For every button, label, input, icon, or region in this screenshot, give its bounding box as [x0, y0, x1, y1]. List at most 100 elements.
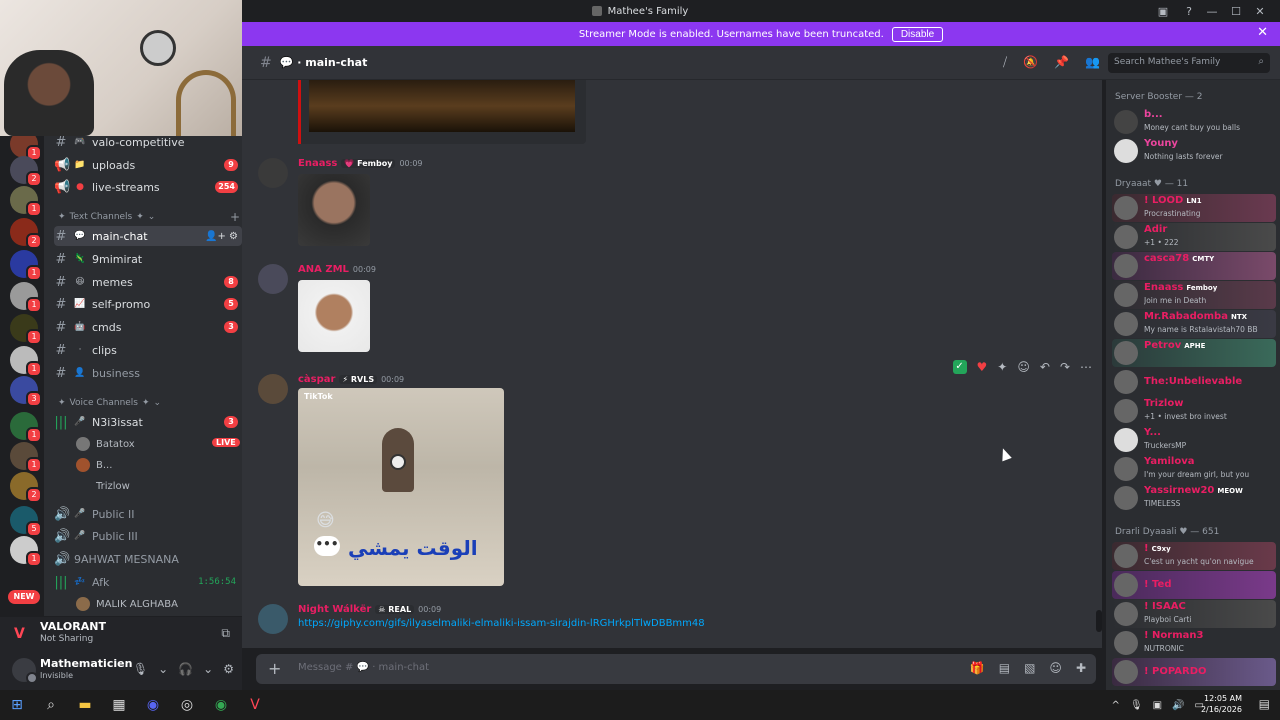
avatar[interactable]: [258, 158, 288, 188]
notification-icon[interactable]: ▤: [1259, 697, 1270, 711]
heart-reaction-icon[interactable]: ♥: [977, 360, 988, 374]
user-avatar[interactable]: [12, 658, 38, 684]
apps-icon[interactable]: ✚: [1076, 661, 1086, 675]
member-item[interactable]: ! POPARDO: [1112, 658, 1276, 686]
search-icon[interactable]: ⌕: [34, 690, 68, 720]
voice-channel-9ahwat[interactable]: 🔊 9AHWAT MESNANA: [54, 549, 242, 569]
image-embed[interactable]: [298, 80, 586, 144]
minimize-button[interactable]: —: [1200, 5, 1224, 18]
server-icon-5[interactable]: 1: [10, 250, 42, 281]
member-item[interactable]: Petrov APHE: [1112, 339, 1276, 367]
server-icon-11[interactable]: 1: [10, 442, 42, 473]
inbox-icon[interactable]: ▣: [1158, 5, 1168, 18]
channel-business[interactable]: # 👤 business: [54, 363, 242, 383]
channel-memes[interactable]: # 😆 memes 8: [54, 272, 242, 292]
avatar[interactable]: [258, 604, 288, 634]
member-item[interactable]: ! ISAAC Playboi Carti: [1112, 600, 1276, 628]
more-icon[interactable]: ⋯: [1080, 360, 1092, 374]
member-item[interactable]: ! Norman3 NUTRONIC: [1112, 629, 1276, 657]
threads-icon[interactable]: ⧸: [1003, 55, 1007, 70]
windows-start-icon[interactable]: ⊞: [0, 690, 34, 720]
member-item[interactable]: ! C9xy C'est un yacht qu'on navigue: [1112, 542, 1276, 570]
avatar[interactable]: [258, 374, 288, 404]
server-icon-4[interactable]: 2: [10, 218, 42, 249]
help-icon[interactable]: ?: [1186, 5, 1192, 18]
chevron-up-icon[interactable]: ^: [1112, 700, 1120, 711]
voice-channel-afk[interactable]: ||| 💤 Afk 1:56:54: [54, 572, 242, 592]
close-window-button[interactable]: ✕: [1248, 5, 1272, 18]
member-item[interactable]: Enaass Femboy Join me in Death: [1112, 281, 1276, 309]
voice-user-malik[interactable]: MALIK ALGHABA: [76, 595, 178, 613]
giphy-link[interactable]: https://giphy.com/gifs/ilyaselmaliki-elm…: [298, 618, 705, 629]
network-icon[interactable]: ▣: [1153, 700, 1162, 711]
category-voice-channels[interactable]: ✦ Voice Channels ✦ ⌄: [58, 398, 161, 408]
voice-user-b[interactable]: B...: [76, 456, 112, 474]
channel-cmds[interactable]: # 🤖 cmds 3: [54, 317, 242, 337]
pin-icon[interactable]: 📌: [1054, 55, 1069, 70]
member-item[interactable]: Yassirnew20 MEOW TIMELESS: [1112, 484, 1276, 512]
message-scrollbar[interactable]: [1096, 80, 1102, 648]
microphone-icon[interactable]: 🎙: [1130, 700, 1143, 711]
search-input[interactable]: Search Mathee's Family ⌕: [1108, 53, 1270, 73]
scrollbar-thumb[interactable]: [1096, 610, 1102, 632]
voice-channel-public-iii[interactable]: 🔊 🎤 Public III: [54, 526, 242, 546]
reply-icon[interactable]: ↶: [1040, 360, 1050, 374]
member-item[interactable]: Mr.Rabadomba NTX My name is Rstalavistah70…: [1112, 310, 1276, 338]
channel-uploads[interactable]: 📢 📁 uploads 9: [54, 155, 242, 175]
server-icon-10[interactable]: 1: [10, 412, 42, 443]
member-item[interactable]: Youny Nothing lasts forever: [1112, 137, 1276, 165]
gif-icon[interactable]: ▤: [999, 661, 1010, 675]
image-attachment[interactable]: [298, 280, 370, 352]
server-icon-14[interactable]: 1: [10, 536, 42, 567]
message-input[interactable]: Message # 💬 · main-chat: [298, 662, 429, 673]
server-icon-2[interactable]: 2: [10, 156, 42, 187]
member-item[interactable]: Adir +1 • 222: [1112, 223, 1276, 251]
channel-main-chat[interactable]: # 💬 main-chat 👤+ ⚙: [54, 226, 242, 246]
member-item[interactable]: Yamilova I'm your dream girl, but you: [1112, 455, 1276, 483]
reaction-icon[interactable]: ✦: [997, 360, 1007, 374]
channel-live-streams[interactable]: 📢 ● live-streams 254: [54, 177, 242, 197]
discord-icon[interactable]: ◉: [136, 690, 170, 720]
chevron-down-icon[interactable]: ⌄: [158, 662, 168, 676]
microphone-icon[interactable]: 🎙: [133, 662, 148, 676]
member-item[interactable]: The:Unbelievable: [1112, 368, 1276, 396]
member-item[interactable]: Y... TruckersMP: [1112, 426, 1276, 454]
disable-streamer-button[interactable]: Disable: [891, 26, 944, 42]
voice-user-trizlow[interactable]: Trizlow: [76, 477, 130, 495]
gift-icon[interactable]: 🎁: [970, 661, 985, 675]
obs-icon[interactable]: ◎: [170, 690, 204, 720]
server-icon-7[interactable]: 1: [10, 314, 42, 345]
server-icon-12[interactable]: 2: [10, 472, 42, 503]
channel-self-promo[interactable]: # 📈 self-promo 5: [54, 294, 242, 314]
image-attachment[interactable]: [298, 174, 370, 246]
chevron-down-icon[interactable]: ⌄: [203, 662, 213, 676]
add-reaction-icon[interactable]: ☺: [1017, 360, 1030, 374]
server-icon-3[interactable]: 1: [10, 186, 42, 217]
sticker-icon[interactable]: ▧: [1024, 661, 1035, 675]
headphones-icon[interactable]: 🎧: [178, 662, 193, 676]
screen-share-icon[interactable]: ⧉: [221, 626, 230, 641]
valorant-icon[interactable]: V: [238, 690, 272, 720]
chrome-icon[interactable]: ◉: [204, 690, 238, 720]
close-banner-icon[interactable]: ✕: [1257, 25, 1268, 40]
emoji-icon[interactable]: ☺: [1049, 661, 1062, 675]
member-list-icon[interactable]: 👥: [1085, 55, 1100, 70]
server-icon-6[interactable]: 1: [10, 282, 42, 313]
server-icon-13[interactable]: 5: [10, 506, 42, 537]
category-text-channels[interactable]: ✦ Text Channels ✦ ⌄ +: [58, 210, 240, 224]
member-item[interactable]: Trizlow +1 • invest bro invest: [1112, 397, 1276, 425]
voice-user-batatox[interactable]: Batatox: [76, 435, 135, 453]
clock[interactable]: 12:05 AM 2/16/2026: [1201, 693, 1242, 715]
tiktok-video[interactable]: TikTok 😅 ••• الوقت يمشي: [298, 388, 504, 586]
member-item[interactable]: ! LOOD LN1 Procrastinating: [1112, 194, 1276, 222]
notification-bell-icon[interactable]: 🔕: [1023, 55, 1038, 70]
channel-9mimirat[interactable]: # 🦎 9mimirat: [54, 249, 242, 269]
channel-valo-competitive[interactable]: # 🎮 valo-competitive: [54, 136, 242, 152]
voice-channel-public-ii[interactable]: 🔊 🎤 Public II: [54, 504, 242, 524]
message-composer[interactable]: + Message # 💬 · main-chat 🎁 ▤ ▧ ☺ ✚: [256, 654, 1096, 684]
server-icon-8[interactable]: 1: [10, 346, 42, 377]
check-reaction-icon[interactable]: ✓: [952, 360, 967, 374]
member-item[interactable]: ! Ted: [1112, 571, 1276, 599]
attach-plus-icon[interactable]: +: [268, 659, 281, 678]
volume-icon[interactable]: 🔊: [1172, 700, 1184, 711]
